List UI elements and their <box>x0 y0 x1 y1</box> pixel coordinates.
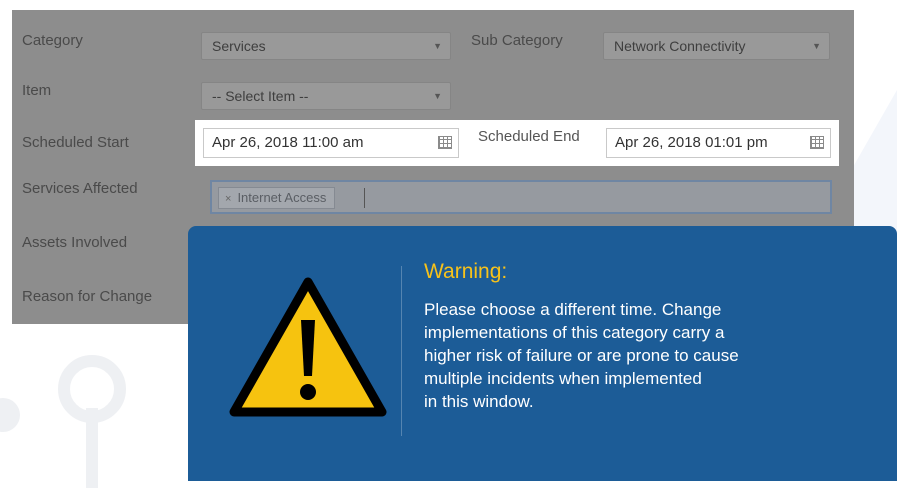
warning-title: Warning: <box>424 260 508 283</box>
services-affected-input[interactable]: × Internet Access <box>210 180 832 214</box>
close-icon[interactable]: × <box>225 193 231 205</box>
scheduled-end-label: Scheduled End <box>478 128 580 145</box>
background-dot-decoration <box>0 398 20 432</box>
scheduled-end-input[interactable]: Apr 26, 2018 01:01 pm <box>606 128 831 158</box>
category-label: Category <box>22 32 83 49</box>
warning-panel: Warning: Please choose a different time.… <box>188 226 897 481</box>
services-affected-label: Services Affected <box>22 180 138 197</box>
service-tag-label: Internet Access <box>237 190 327 205</box>
sub-category-label: Sub Category <box>471 32 563 49</box>
warning-message-line: higher risk of failure or are prone to c… <box>424 346 739 365</box>
scheduled-start-input[interactable]: Apr 26, 2018 11:00 am <box>203 128 459 158</box>
category-select[interactable]: Services ▼ <box>201 32 451 60</box>
text-cursor <box>364 188 365 208</box>
sub-category-value: Network Connectivity <box>614 38 746 54</box>
scheduled-start-value: Apr 26, 2018 11:00 am <box>212 134 364 151</box>
item-value: -- Select Item -- <box>212 88 309 104</box>
calendar-icon[interactable] <box>810 136 824 149</box>
warning-message-line: implementations of this category carry a <box>424 323 725 342</box>
reason-for-change-label: Reason for Change <box>22 288 153 305</box>
chevron-down-icon: ▼ <box>433 91 442 101</box>
scheduled-start-label: Scheduled Start <box>22 134 129 151</box>
item-label: Item <box>22 82 52 99</box>
category-value: Services <box>212 38 266 54</box>
schedule-date-row: Apr 26, 2018 11:00 am Scheduled End Apr … <box>195 120 839 166</box>
background-pin-stem-decoration <box>86 408 98 488</box>
calendar-icon[interactable] <box>438 136 452 149</box>
warning-message-line: in this window. <box>424 392 534 411</box>
warning-divider <box>401 266 402 436</box>
warning-message: Please choose a different time. Change i… <box>424 298 864 413</box>
warning-message-line: multiple incidents when implemented <box>424 369 702 388</box>
assets-involved-label: Assets Involved <box>22 234 128 251</box>
service-tag: × Internet Access <box>218 187 336 209</box>
sub-category-select[interactable]: Network Connectivity ▼ <box>603 32 830 60</box>
warning-triangle-icon <box>229 277 387 417</box>
chevron-down-icon: ▼ <box>433 41 442 51</box>
warning-message-line: Please choose a different time. Change <box>424 300 722 319</box>
scheduled-end-value: Apr 26, 2018 01:01 pm <box>615 134 768 151</box>
chevron-down-icon: ▼ <box>812 41 821 51</box>
item-select[interactable]: -- Select Item -- ▼ <box>201 82 451 110</box>
